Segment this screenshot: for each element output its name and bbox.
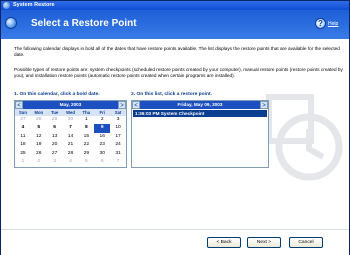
calendar-grid: 27 28 29 30 1 2 3 4 5 6 7 8 9 10 11 12 13 14 15 16 17 18 19 20 2… bbox=[15, 116, 126, 166]
calendar-date-cell[interactable]: 17 bbox=[110, 133, 126, 141]
calendar-date-cell[interactable]: 18 bbox=[15, 141, 31, 149]
step2-label: 2. On this list, click a restore point. bbox=[131, 92, 212, 97]
calendar-date-cell[interactable]: 23 bbox=[94, 141, 110, 149]
calendar-date-cell[interactable]: 6 bbox=[94, 158, 110, 166]
restore-list-prev-button[interactable]: < bbox=[132, 101, 140, 109]
calendar-date-cell[interactable]: 7 bbox=[63, 124, 79, 132]
help-icon[interactable]: ? bbox=[315, 18, 326, 29]
day-header: Tue bbox=[51, 110, 59, 115]
calendar-day-headers: Sun Mon Tue Wed Thu Fri Sat bbox=[15, 109, 126, 116]
restore-list-next-button[interactable]: > bbox=[260, 101, 268, 109]
cancel-button[interactable]: Cancel bbox=[289, 237, 323, 248]
system-restore-logo-icon bbox=[5, 17, 17, 29]
next-button[interactable]: Next > bbox=[247, 237, 281, 248]
calendar-date-cell[interactable]: 10 bbox=[110, 124, 126, 132]
calendar-date-cell[interactable]: 29 bbox=[78, 150, 94, 158]
calendar-date-cell[interactable]: 21 bbox=[63, 141, 79, 149]
calendar-date-cell[interactable]: 20 bbox=[47, 141, 63, 149]
calendar-date-cell[interactable]: 30 bbox=[94, 150, 110, 158]
calendar-date-cell[interactable]: 2 bbox=[31, 158, 47, 166]
calendar-date-cell[interactable]: 1 bbox=[15, 158, 31, 166]
calendar-date-cell[interactable]: 25 bbox=[15, 150, 31, 158]
system-restore-window: System Restore Select a Restore Point ? … bbox=[0, 0, 350, 255]
calendar-date-cell[interactable]: 13 bbox=[47, 133, 63, 141]
calendar-date-cell[interactable]: 28 bbox=[31, 116, 47, 124]
calendar-date-cell[interactable]: 31 bbox=[110, 150, 126, 158]
calendar-next-month-button[interactable]: > bbox=[118, 101, 126, 109]
intro-paragraph: The following calendar displays in bold … bbox=[14, 46, 340, 58]
day-header: Sun bbox=[18, 110, 27, 115]
calendar-date-cell[interactable]: 15 bbox=[78, 133, 94, 141]
calendar-date-cell[interactable]: 7 bbox=[110, 158, 126, 166]
day-header: Wed bbox=[66, 110, 75, 115]
calendar-date-cell[interactable]: 1 bbox=[78, 116, 94, 124]
day-header: Thu bbox=[82, 110, 91, 115]
calendar-date-cell[interactable]: 19 bbox=[31, 141, 47, 149]
day-header: Mon bbox=[34, 110, 44, 115]
calendar-date-cell[interactable]: 5 bbox=[78, 158, 94, 166]
calendar-date-cell[interactable]: 24 bbox=[110, 141, 126, 149]
calendar-date-cell[interactable]: 4 bbox=[15, 124, 31, 132]
calendar-date-cell[interactable]: 29 bbox=[47, 116, 63, 124]
calendar-date-cell[interactable]: 11 bbox=[15, 133, 31, 141]
calendar-date-cell[interactable]: 28 bbox=[63, 150, 79, 158]
calendar-date-cell[interactable]: 16 bbox=[94, 133, 110, 141]
day-header: Sat bbox=[114, 110, 122, 115]
day-header: Fri bbox=[99, 110, 105, 115]
calendar-date-cell[interactable]: 9 bbox=[94, 124, 111, 133]
calendar-prev-month-button[interactable]: < bbox=[15, 101, 23, 109]
calendar-date-cell[interactable]: 30 bbox=[63, 116, 79, 124]
restore-types-paragraph: Possible types of restore points are: sy… bbox=[14, 67, 343, 79]
wizard-footer: < Back Next > Cancel bbox=[1, 229, 349, 255]
window-title: System Restore bbox=[13, 2, 55, 8]
calendar-month-header: May, 2003 bbox=[15, 101, 126, 109]
step1-label: 1. On this calendar, click a bold date. bbox=[14, 92, 100, 97]
calendar-date-cell[interactable]: 26 bbox=[31, 150, 47, 158]
calendar-date-cell[interactable]: 27 bbox=[47, 150, 63, 158]
calendar-date-cell[interactable]: 4 bbox=[63, 158, 79, 166]
wizard-content: The following calendar displays in bold … bbox=[1, 39, 349, 229]
restore-list-date-header: Friday, May 09, 2003 bbox=[132, 101, 268, 109]
restore-calendar: May, 2003 < > Sun Mon Tue Wed Thu Fri Sa… bbox=[14, 100, 127, 168]
page-title: Select a Restore Point bbox=[31, 18, 137, 29]
restore-point-list: Friday, May 09, 2003 < > 1:36:03 PM Syst… bbox=[131, 100, 269, 168]
clock-watermark-icon bbox=[266, 94, 343, 181]
calendar-date-cell[interactable]: 3 bbox=[47, 158, 63, 166]
calendar-date-cell[interactable]: 6 bbox=[47, 124, 63, 132]
calendar-date-cell[interactable]: 27 bbox=[15, 116, 31, 124]
calendar-date-cell[interactable]: 8 bbox=[78, 124, 94, 132]
restore-point-item[interactable]: 1:36:03 PM System Checkpoint bbox=[133, 110, 267, 117]
calendar-date-cell[interactable]: 5 bbox=[31, 124, 47, 132]
calendar-date-cell[interactable]: 14 bbox=[63, 133, 79, 141]
help-link[interactable]: Help bbox=[328, 21, 338, 27]
title-bar: System Restore bbox=[1, 1, 349, 10]
calendar-date-cell[interactable]: 22 bbox=[78, 141, 94, 149]
system-restore-app-icon bbox=[3, 2, 10, 9]
back-button[interactable]: < Back bbox=[207, 237, 241, 248]
wizard-header: Select a Restore Point ? Help bbox=[1, 10, 349, 39]
calendar-date-cell[interactable]: 2 bbox=[94, 116, 110, 124]
calendar-date-cell[interactable]: 3 bbox=[110, 116, 126, 124]
calendar-date-cell[interactable]: 12 bbox=[31, 133, 47, 141]
